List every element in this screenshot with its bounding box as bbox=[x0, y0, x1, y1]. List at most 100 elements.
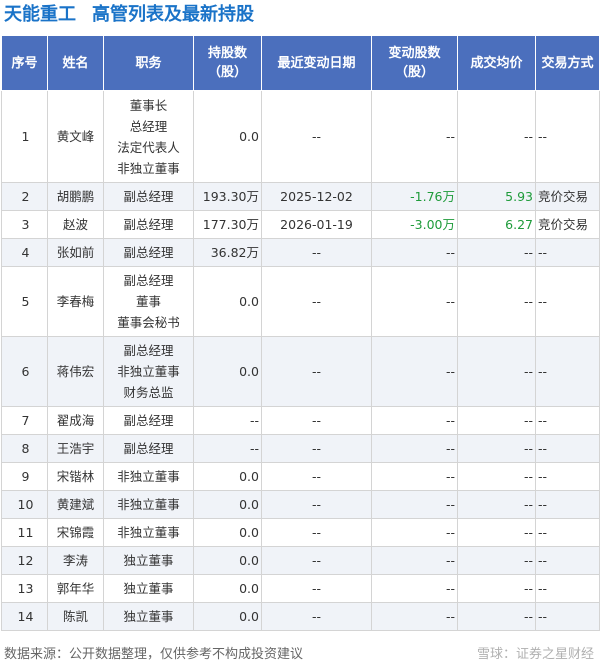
row-trade-method: -- bbox=[535, 238, 600, 267]
col-method-header: 交易方式 bbox=[535, 35, 600, 91]
row-trade-method: -- bbox=[535, 462, 600, 491]
row-change-date: -- bbox=[261, 462, 372, 491]
brand-title: 天能重工 bbox=[4, 4, 76, 25]
data-source-note: 数据来源：公开数据整理，仅供参考不构成投资建议 bbox=[4, 647, 304, 662]
row-roles: 副总经理 董事 董事会秘书 bbox=[103, 266, 194, 337]
row-index: 6 bbox=[1, 336, 48, 407]
row-avg-price: -- bbox=[457, 266, 536, 337]
role-label: 副总经理 bbox=[123, 343, 174, 358]
col-change-header: 变动股数 （股） bbox=[371, 35, 458, 91]
table-row: 10 黄建斌 非独立董事 0.0 -- -- -- -- bbox=[1, 490, 600, 519]
row-name: 陈凯 bbox=[47, 602, 104, 631]
row-holding: 0.0 bbox=[193, 90, 262, 183]
row-holding: 36.82万 bbox=[193, 238, 262, 267]
col-index-header: 序号 bbox=[1, 35, 48, 91]
row-holding: 0.0 bbox=[193, 518, 262, 547]
executive-table: 序号 姓名 职务 持股数 （股） 最近变动日期 变动股数 （股） 成交均价 交易方式 1 黄文峰 董事… bbox=[1, 35, 600, 631]
row-roles: 副总经理 bbox=[103, 406, 194, 435]
row-name: 王浩宇 bbox=[47, 434, 104, 463]
row-change-shares: -- bbox=[371, 336, 458, 407]
row-change-date: -- bbox=[261, 336, 372, 407]
row-avg-price: -- bbox=[457, 490, 536, 519]
row-roles: 独立董事 bbox=[103, 602, 194, 631]
row-holding: 0.0 bbox=[193, 462, 262, 491]
row-name: 宋锴林 bbox=[47, 462, 104, 491]
row-change-date: -- bbox=[261, 518, 372, 547]
row-name: 翟成海 bbox=[47, 406, 104, 435]
role-label: 财务总监 bbox=[123, 385, 174, 400]
row-index: 8 bbox=[1, 434, 48, 463]
role-label: 董事长 bbox=[129, 97, 168, 113]
row-change-date: -- bbox=[261, 266, 372, 337]
row-name: 李涛 bbox=[47, 546, 104, 575]
role-label: 非独立董事 bbox=[117, 364, 180, 379]
table-row: 3 赵波 副总经理 177.30万 2026-01-19 -3.00万 6.27 竞价交易 bbox=[1, 210, 600, 239]
row-change-date: -- bbox=[261, 546, 372, 575]
row-change-date: -- bbox=[261, 238, 372, 267]
row-name: 张如前 bbox=[47, 238, 104, 267]
row-trade-method: -- bbox=[535, 546, 600, 575]
title-bar: 天能重工 高管列表及最新持股 bbox=[0, 0, 600, 34]
row-change-shares: -1.76万 bbox=[371, 182, 458, 211]
row-index: 9 bbox=[1, 462, 48, 491]
table-row: 4 张如前 副总经理 36.82万 -- -- -- -- bbox=[1, 238, 600, 267]
table-header-row: 序号 姓名 职务 持股数 （股） 最近变动日期 变动股数 （股） 成交均价 交易方式 bbox=[1, 35, 600, 91]
row-index: 3 bbox=[1, 210, 48, 239]
row-holding: -- bbox=[193, 406, 262, 435]
row-roles: 副总经理 bbox=[103, 182, 194, 211]
row-change-shares: -- bbox=[371, 434, 458, 463]
row-roles: 非独立董事 bbox=[103, 490, 194, 519]
table-row: 12 李涛 独立董事 0.0 -- -- -- -- bbox=[1, 546, 600, 575]
row-trade-method: -- bbox=[535, 266, 600, 337]
row-roles: 非独立董事 bbox=[103, 462, 194, 491]
row-holding: 0.0 bbox=[193, 574, 262, 603]
role-label: 副总经理 bbox=[123, 245, 174, 260]
row-change-shares: -- bbox=[371, 90, 458, 183]
row-name: 胡鹏鹏 bbox=[47, 182, 104, 211]
row-change-shares: -3.00万 bbox=[371, 210, 458, 239]
row-change-date: -- bbox=[261, 406, 372, 435]
row-roles: 独立董事 bbox=[103, 546, 194, 575]
row-change-shares: -- bbox=[371, 518, 458, 547]
row-index: 5 bbox=[1, 266, 48, 337]
row-roles: 非独立董事 bbox=[103, 518, 194, 547]
row-avg-price: 5.93 bbox=[457, 182, 536, 211]
row-trade-method: -- bbox=[535, 336, 600, 407]
role-label: 副总经理 bbox=[123, 189, 174, 204]
row-avg-price: -- bbox=[457, 518, 536, 547]
row-change-shares: -- bbox=[371, 574, 458, 603]
table-row: 11 宋锦霞 非独立董事 0.0 -- -- -- -- bbox=[1, 518, 600, 547]
role-label: 非独立董事 bbox=[117, 160, 180, 176]
row-index: 4 bbox=[1, 238, 48, 267]
row-avg-price: -- bbox=[457, 434, 536, 463]
row-change-shares: -- bbox=[371, 546, 458, 575]
role-label: 副总经理 bbox=[123, 413, 174, 428]
row-avg-price: -- bbox=[457, 462, 536, 491]
row-index: 12 bbox=[1, 546, 48, 575]
row-change-date: 2025-12-02 bbox=[261, 182, 372, 211]
col-date-header: 最近变动日期 bbox=[261, 35, 372, 91]
table-row: 6 蒋伟宏 副总经理 非独立董事 财务总监 0.0 -- -- -- -- bbox=[1, 336, 600, 407]
row-roles: 董事长 总经理 法定代表人 非独立董事 bbox=[103, 90, 194, 183]
role-label: 总经理 bbox=[129, 118, 168, 134]
row-trade-method: 竞价交易 bbox=[535, 210, 600, 239]
role-label: 副总经理 bbox=[123, 441, 174, 456]
row-avg-price: 6.27 bbox=[457, 210, 536, 239]
credit-watermark: 雪球：证券之星财经 bbox=[476, 647, 594, 662]
row-trade-method: -- bbox=[535, 602, 600, 631]
row-index: 1 bbox=[1, 90, 48, 183]
table-row: 13 郭年华 独立董事 0.0 -- -- -- -- bbox=[1, 574, 600, 603]
row-change-date: -- bbox=[261, 434, 372, 463]
role-label: 非独立董事 bbox=[117, 497, 180, 512]
row-change-date: -- bbox=[261, 602, 372, 631]
row-avg-price: -- bbox=[457, 602, 536, 631]
row-name: 黄建斌 bbox=[47, 490, 104, 519]
row-name: 赵波 bbox=[47, 210, 104, 239]
table-row: 5 李春梅 副总经理 董事 董事会秘书 0.0 -- -- -- -- bbox=[1, 266, 600, 337]
role-label: 副总经理 bbox=[123, 273, 174, 288]
row-change-shares: -- bbox=[371, 462, 458, 491]
row-trade-method: -- bbox=[535, 90, 600, 183]
col-price-header: 成交均价 bbox=[457, 35, 536, 91]
row-index: 7 bbox=[1, 406, 48, 435]
role-label: 独立董事 bbox=[123, 581, 174, 596]
